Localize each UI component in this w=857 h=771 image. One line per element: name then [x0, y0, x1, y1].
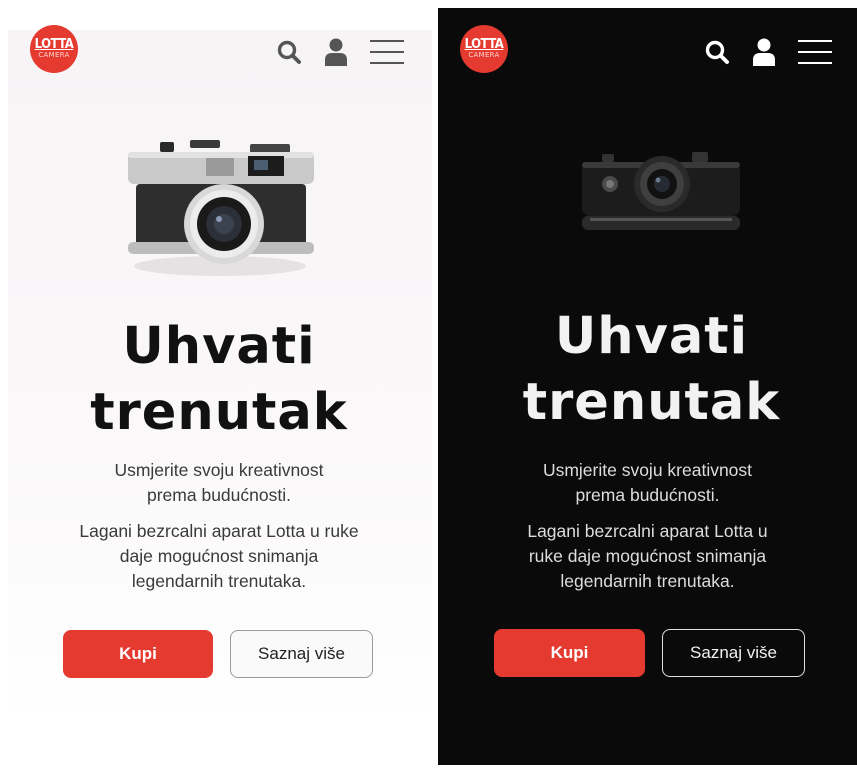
top-nav	[704, 38, 832, 66]
user-icon[interactable]	[324, 38, 348, 66]
hero-subtitle: Usmjerite svoju kreativnost prema budućn…	[542, 460, 753, 505]
learn-more-button[interactable]: Saznaj više	[662, 629, 805, 677]
black-camera-image	[582, 152, 740, 230]
logo-subtext: CAMERA	[468, 51, 500, 59]
hero-title-line2: trenutak	[90, 383, 348, 442]
lotta-logo[interactable]: LOTTA CAMERA	[30, 25, 78, 73]
light-theme-screen: LOTTA CAMERA Uhvati trenutak Usmjerite s…	[0, 8, 438, 771]
dark-theme-screen: LOTTA CAMERA Uhvati trenutak Usmjerite s…	[438, 8, 857, 765]
menu-icon[interactable]	[798, 38, 832, 66]
search-icon[interactable]	[704, 39, 730, 65]
lotta-logo[interactable]: LOTTA CAMERA	[460, 25, 508, 73]
hero-title-line1: Uhvati	[122, 317, 316, 376]
user-icon[interactable]	[752, 38, 776, 66]
logo-subtext: CAMERA	[38, 51, 70, 59]
hero-title: Uhvati trenutak	[438, 304, 857, 436]
top-nav	[276, 38, 404, 66]
hero-description: Lagani bezrcalni aparat Lotta u ruke daj…	[527, 521, 768, 591]
search-icon[interactable]	[276, 39, 302, 65]
buy-button[interactable]: Kupi	[63, 630, 213, 678]
silver-camera-image	[128, 140, 314, 276]
hero-description: Lagani bezrcalni aparat Lotta u ruke daj…	[79, 521, 359, 591]
buy-button[interactable]: Kupi	[494, 629, 645, 677]
hero-title-line2: trenutak	[522, 373, 781, 432]
logo-wordmark: LOTTA	[34, 37, 74, 52]
learn-more-button[interactable]: Saznaj više	[230, 630, 373, 678]
hero-subtitle: Usmjerite svoju kreativnost prema budućn…	[114, 460, 324, 505]
menu-icon[interactable]	[370, 38, 404, 66]
logo-wordmark: LOTTA	[464, 37, 504, 52]
hero-title-line1: Uhvati	[554, 307, 749, 366]
hero-title: Uhvati trenutak	[0, 314, 438, 446]
